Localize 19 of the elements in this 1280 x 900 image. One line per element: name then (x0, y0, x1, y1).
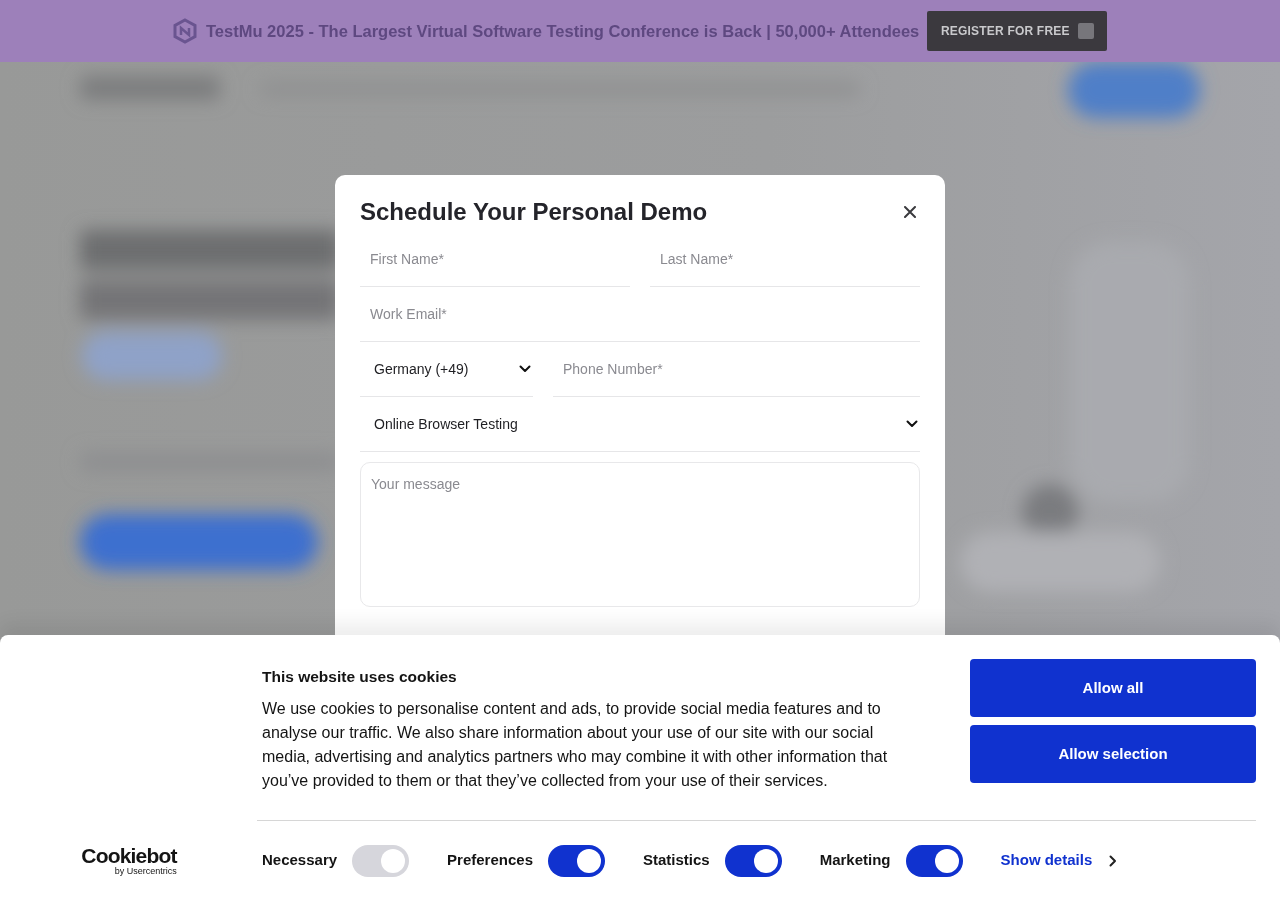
logo-icon (172, 18, 198, 44)
brand-tagline: by Usercentrics (113, 867, 177, 876)
cookie-heading: This website uses cookies (262, 667, 458, 686)
cookie-description: We use cookies to personalise content and ads, to provide social media features and to analyse our traffic. We also share information about your use of our site with our social media, advertising and analytics partners who may combine it with other information that you’ve provided to them or that they’ve collected from your use of their services. (262, 699, 889, 791)
toggle-label: Necessary (262, 850, 338, 871)
consent-button[interactable]: Allow all (970, 659, 1256, 717)
consent-button[interactable]: Allow selection (970, 725, 1256, 783)
toggle-label: Statistics (643, 850, 710, 871)
brand-logo-text: Cookiebot (81, 845, 177, 866)
register-button[interactable]: REGISTER FOR FREE (927, 11, 1108, 51)
toggle-switch[interactable] (724, 844, 782, 877)
toggle-label: Marketing (819, 850, 891, 871)
square-icon (1077, 23, 1094, 39)
chevron-right-icon (1109, 854, 1118, 867)
announcement-text: TestMu 2025 - The Largest Virtual Software Testing Conference is Back | 50,000+ Attendees (206, 20, 920, 42)
show-details-link[interactable]: Show details (1000, 849, 1093, 872)
toggle-switch[interactable] (548, 844, 605, 877)
toggle-switch[interactable] (905, 844, 963, 877)
toggle-label: Preferences (447, 850, 533, 871)
